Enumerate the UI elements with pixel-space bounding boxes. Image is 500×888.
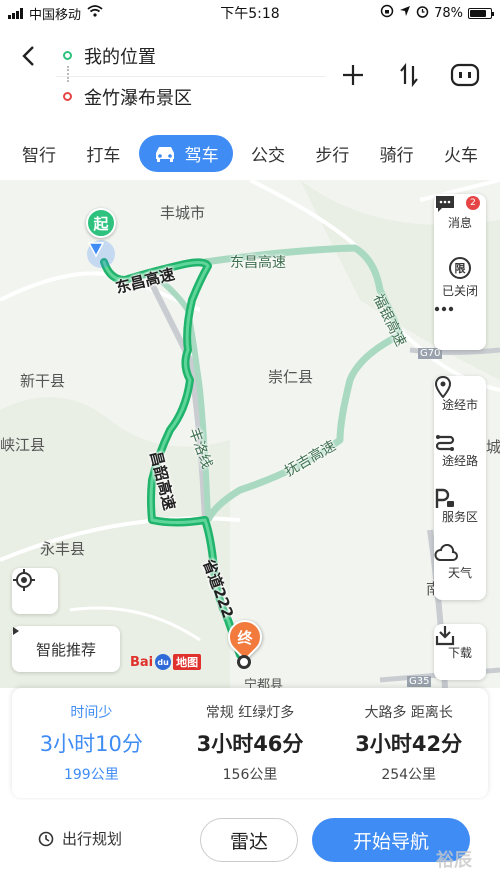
route-header: 我的位置 金竹瀑布景区 xyxy=(0,26,500,124)
place-chongren: 崇仁县 xyxy=(268,368,314,386)
location-arrow-icon xyxy=(399,5,411,21)
plus-icon xyxy=(343,65,363,85)
tab-smart[interactable]: 智行 xyxy=(10,135,68,172)
tab-drive[interactable]: 驾车 xyxy=(138,134,233,172)
start-dot-icon xyxy=(63,51,72,60)
add-waypoint-button[interactable] xyxy=(338,60,368,90)
end-field[interactable]: 金竹瀑布景区 xyxy=(56,76,326,116)
download-icon xyxy=(435,626,455,646)
tab-drive-label: 驾车 xyxy=(184,145,219,166)
place-cheng: 城 xyxy=(486,438,500,456)
map-view[interactable]: 丰城市 新干县 崇仁县 峡江县 永丰县 南 城 宁都县 东昌高速 东昌高速 福银… xyxy=(0,180,500,688)
current-location-icon xyxy=(87,240,115,268)
robot-icon xyxy=(450,63,480,87)
start-marker[interactable]: 起 xyxy=(86,208,116,238)
end-marker-label: 终 xyxy=(237,628,253,647)
pin-icon xyxy=(434,376,452,398)
swap-icon xyxy=(400,62,418,88)
back-button[interactable] xyxy=(14,40,42,72)
bottom-bar: 出行规划 雷达 开始导航 裕辰 xyxy=(0,800,500,888)
tab-train[interactable]: 火车 xyxy=(432,135,490,172)
route-tools-panel: 途经市 途经路 服务区 天气 xyxy=(434,376,486,600)
place-xingan: 新干县 xyxy=(20,372,66,390)
via-road-button[interactable]: 途经路 xyxy=(434,432,486,488)
route-icon xyxy=(435,435,455,451)
triangle-right-icon xyxy=(13,627,19,635)
service-area-button[interactable]: 服务区 xyxy=(434,488,486,544)
trip-plan-button[interactable]: 出行规划 xyxy=(38,828,122,849)
status-bar: 中国移动 下午5:18 78% xyxy=(0,0,500,26)
smart-recommend-button[interactable]: 智能推荐 xyxy=(12,626,120,672)
voice-assistant-button[interactable] xyxy=(450,60,480,90)
lock-rotation-icon xyxy=(380,4,394,22)
messages-button[interactable]: 消息 2 xyxy=(434,194,486,250)
download-button[interactable]: 下载 xyxy=(434,624,486,680)
destination-dot xyxy=(237,655,251,669)
route-option-1[interactable]: 时间少 3小时10分 199公里 xyxy=(12,688,171,798)
place-fengcheng: 丰城市 xyxy=(160,204,206,222)
limit-icon: 限 xyxy=(449,257,471,279)
weather-button[interactable]: 天气 xyxy=(434,544,486,600)
clock-icon xyxy=(38,831,54,846)
tab-taxi[interactable]: 打车 xyxy=(74,135,132,172)
route-connector xyxy=(67,66,69,82)
swap-button[interactable] xyxy=(394,60,424,90)
place-ningdu: 宁都县 xyxy=(244,678,284,688)
locate-button[interactable] xyxy=(12,568,58,614)
route-option-3[interactable]: 大路多 距离长 3小时42分 254公里 xyxy=(329,688,488,798)
route-option-2[interactable]: 常规 红绿灯多 3小时46分 156公里 xyxy=(171,688,330,798)
download-panel: 下载 xyxy=(434,624,486,680)
battery-icon xyxy=(468,7,494,19)
alarm-icon xyxy=(416,5,429,22)
tab-bike[interactable]: 骑行 xyxy=(368,135,426,172)
crosshair-icon xyxy=(13,569,35,591)
radar-button[interactable]: 雷达 xyxy=(200,818,298,862)
baidu-map-logo: Bai du 地图 xyxy=(130,654,202,670)
parking-cup-icon xyxy=(435,488,454,508)
road-dongchang-alt: 东昌高速 xyxy=(230,255,286,271)
watermark: 裕辰 xyxy=(436,850,472,871)
route-options: 时间少 3小时10分 199公里 常规 红绿灯多 3小时46分 156公里 大路… xyxy=(12,688,488,798)
tab-walk[interactable]: 步行 xyxy=(303,135,361,172)
more-button[interactable] xyxy=(434,306,486,350)
messages-badge: 2 xyxy=(466,196,480,210)
end-location: 金竹瀑布景区 xyxy=(84,87,192,109)
message-icon xyxy=(436,196,454,212)
chevron-left-icon xyxy=(22,46,34,66)
start-field[interactable]: 我的位置 xyxy=(56,36,326,76)
battery-percent: 78% xyxy=(434,5,463,21)
route-fields: 我的位置 金竹瀑布景区 xyxy=(56,36,326,116)
traffic-limit-button[interactable]: 限 已关闭 xyxy=(434,250,486,306)
road-g35: G35 xyxy=(407,676,432,687)
place-yongfeng: 永丰县 xyxy=(40,540,86,558)
recommend-label: 智能推荐 xyxy=(35,640,96,659)
top-tools-panel: 消息 2 限 已关闭 xyxy=(434,194,486,350)
more-icon xyxy=(434,306,454,312)
place-xiajiang: 峡江县 xyxy=(0,436,46,454)
mode-tabs: 智行 打车 驾车 公交 步行 骑行 火车 xyxy=(0,130,500,176)
car-icon xyxy=(155,147,174,162)
via-city-button[interactable]: 途经市 xyxy=(434,376,486,432)
start-location: 我的位置 xyxy=(84,47,156,68)
cloud-icon xyxy=(434,544,458,561)
end-dot-icon xyxy=(63,92,72,101)
tab-bus[interactable]: 公交 xyxy=(239,135,297,172)
